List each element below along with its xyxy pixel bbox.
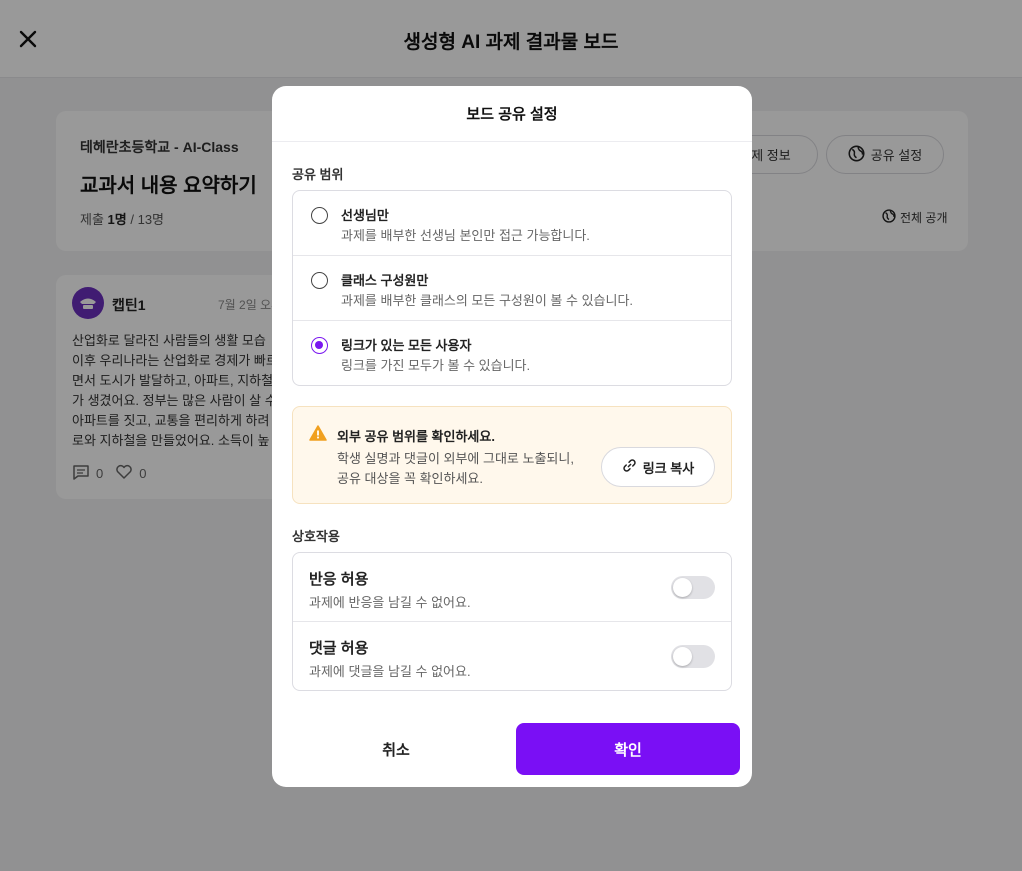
reaction-toggle-switch[interactable] — [671, 576, 715, 599]
copy-link-button[interactable]: 링크 복사 — [601, 447, 715, 487]
share-scope-options: 선생님만 과제를 배부한 선생님 본인만 접근 가능합니다. 클래스 구성원만 … — [292, 190, 732, 386]
warning-title: 외부 공유 범위를 확인하세요. — [337, 429, 495, 444]
confirm-button[interactable]: 확인 — [516, 723, 740, 775]
link-icon — [622, 458, 637, 476]
comment-toggle-switch[interactable] — [671, 645, 715, 668]
copy-link-label: 링크 복사 — [642, 460, 695, 476]
scope-option-desc: 과제를 배부한 클래스의 모든 구성원이 볼 수 있습니다. — [341, 293, 634, 308]
comment-setting-row: 댓글 허용 과제에 댓글을 남길 수 없어요. — [293, 622, 731, 690]
toggle-title: 댓글 허용 — [309, 640, 369, 657]
interaction-label: 상호작용 — [292, 529, 340, 544]
modal-title: 보드 공유 설정 — [272, 86, 752, 142]
toggle-title: 반응 허용 — [309, 571, 369, 588]
share-settings-modal: 보드 공유 설정 공유 범위 선생님만 과제를 배부한 선생님 본인만 접근 가… — [272, 86, 752, 787]
warning-line: 공유 대상을 꼭 확인하세요. — [337, 471, 484, 486]
warning-description: 학생 실명과 댓글이 외부에 그대로 노출되니, 공유 대상을 꼭 확인하세요. — [337, 449, 597, 489]
radio-button[interactable] — [311, 207, 328, 224]
scope-option-title: 링크가 있는 모든 사용자 — [341, 338, 472, 353]
scope-option-desc: 링크를 가진 모두가 볼 수 있습니다. — [341, 358, 531, 373]
interaction-settings: 반응 허용 과제에 반응을 남길 수 없어요. 댓글 허용 과제에 댓글을 남길… — [292, 552, 732, 691]
scope-option-title: 클래스 구성원만 — [341, 273, 429, 288]
toggle-desc: 과제에 댓글을 남길 수 없어요. — [309, 664, 471, 679]
cancel-button[interactable]: 취소 — [284, 723, 508, 775]
toggle-desc: 과제에 반응을 남길 수 없어요. — [309, 595, 471, 610]
share-scope-label: 공유 범위 — [292, 167, 344, 182]
external-share-warning: 외부 공유 범위를 확인하세요. 학생 실명과 댓글이 외부에 그대로 노출되니… — [292, 406, 732, 504]
scope-option-class-members[interactable]: 클래스 구성원만 과제를 배부한 클래스의 모든 구성원이 볼 수 있습니다. — [293, 256, 731, 321]
scope-option-anyone-with-link[interactable]: 링크가 있는 모든 사용자 링크를 가진 모두가 볼 수 있습니다. — [293, 321, 731, 385]
reaction-setting-row: 반응 허용 과제에 반응을 남길 수 없어요. — [293, 553, 731, 622]
radio-button-selected[interactable] — [311, 337, 328, 354]
scope-option-desc: 과제를 배부한 선생님 본인만 접근 가능합니다. — [341, 228, 590, 243]
warning-icon — [309, 425, 327, 441]
scope-option-teacher-only[interactable]: 선생님만 과제를 배부한 선생님 본인만 접근 가능합니다. — [293, 191, 731, 256]
warning-line: 학생 실명과 댓글이 외부에 그대로 노출되니, — [337, 451, 574, 466]
scope-option-title: 선생님만 — [341, 208, 389, 223]
radio-button[interactable] — [311, 272, 328, 289]
